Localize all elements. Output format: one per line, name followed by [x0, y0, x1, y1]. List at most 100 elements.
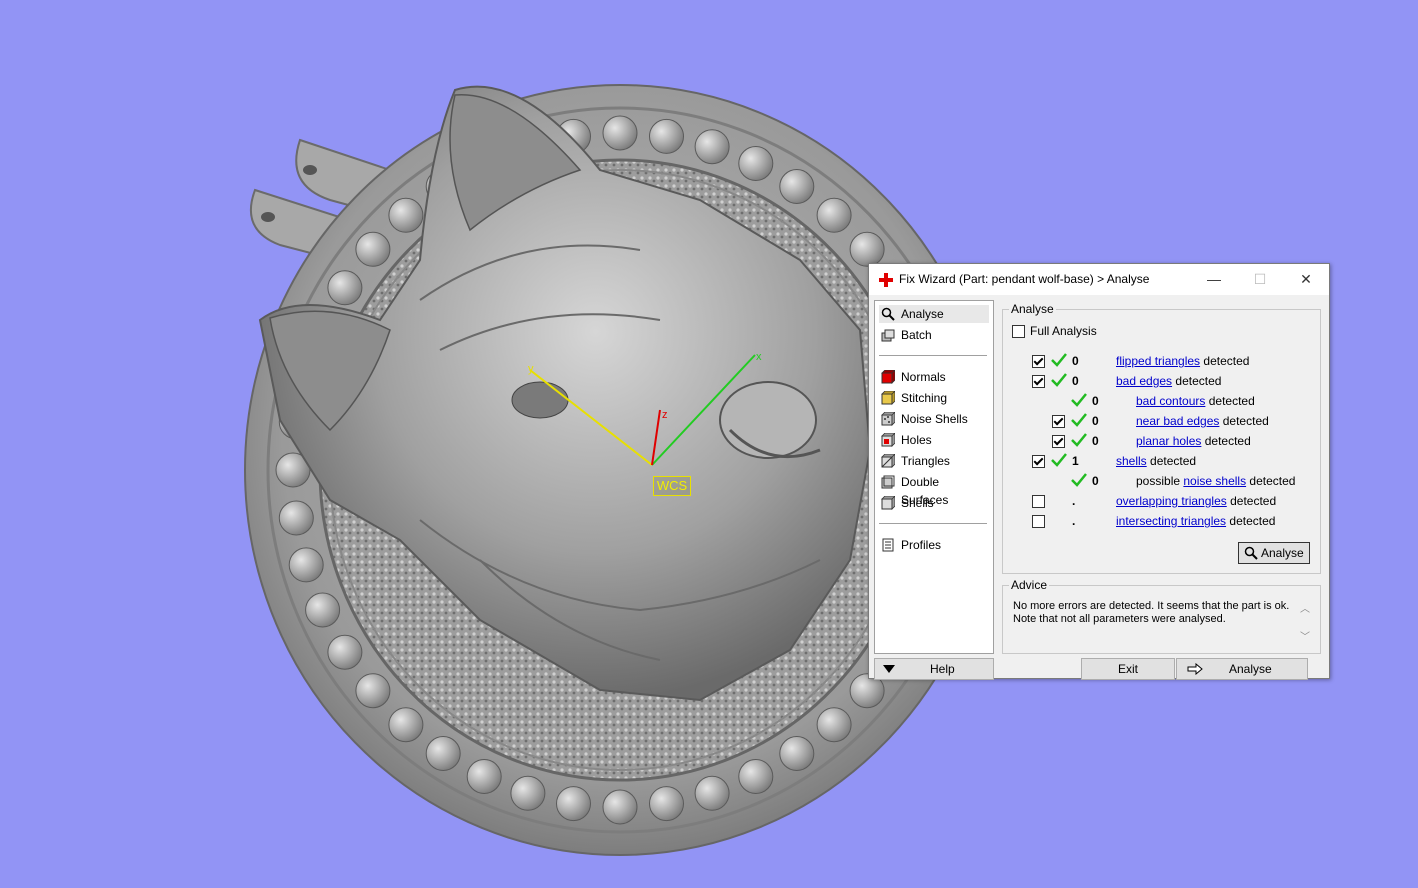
row-checkbox[interactable] [1032, 495, 1045, 508]
help-button[interactable]: Help [874, 658, 994, 680]
row-checkbox[interactable] [1032, 455, 1045, 468]
row-prefix: possible [1136, 474, 1181, 488]
close-button[interactable]: ✕ [1283, 264, 1329, 295]
bead [388, 707, 424, 743]
nav-item-profiles[interactable]: Profiles [879, 536, 989, 554]
bead [327, 634, 363, 670]
scroll-down-icon[interactable]: ﹀ [1300, 628, 1310, 643]
row-text: near bad edges detected [1136, 412, 1269, 430]
analyse-button[interactable]: Analyse [1238, 542, 1310, 564]
nav-item-holes[interactable]: Holes [879, 431, 989, 449]
analysis-row: 0 near bad edges detected [1003, 412, 1313, 430]
row-suffix: detected [1150, 454, 1197, 468]
bead [816, 707, 852, 743]
row-suffix: detected [1249, 474, 1296, 488]
green-check-icon [1051, 373, 1067, 387]
row-count: 0 [1092, 394, 1099, 408]
profiles-icon [882, 538, 894, 552]
bead [327, 270, 363, 306]
magnifier-icon [1244, 546, 1258, 560]
row-link[interactable]: near bad edges [1136, 414, 1219, 428]
row-link[interactable]: intersecting triangles [1116, 514, 1226, 528]
shells-cube-icon [881, 496, 895, 510]
row-link[interactable]: noise shells [1183, 474, 1246, 488]
row-link[interactable]: overlapping triangles [1116, 494, 1227, 508]
row-link[interactable]: planar holes [1136, 434, 1201, 448]
y-axis-label: y [528, 363, 534, 375]
row-text: planar holes detected [1136, 432, 1251, 450]
bead [694, 775, 730, 811]
analysis-row: 1 shells detected [1003, 452, 1313, 470]
minimize-button[interactable]: — [1191, 264, 1237, 295]
advice-group-title: Advice [1009, 578, 1050, 592]
bead [849, 231, 885, 267]
row-text: bad edges detected [1116, 372, 1221, 390]
row-text: shells detected [1116, 452, 1196, 470]
green-check-icon [1071, 393, 1087, 407]
row-checkbox[interactable] [1052, 435, 1065, 448]
nav-item-triangles[interactable]: Triangles [879, 452, 989, 470]
row-link[interactable]: bad contours [1136, 394, 1205, 408]
nav-item-noise-shells[interactable]: Noise Shells [879, 410, 989, 428]
row-suffix: detected [1222, 414, 1269, 428]
fix-wizard-dialog: Fix Wizard (Part: pendant wolf-base) > A… [868, 263, 1330, 680]
advice-text: No more errors are detected. It seems th… [1013, 600, 1290, 625]
bead [816, 197, 852, 233]
row-suffix: detected [1208, 394, 1255, 408]
bead [388, 197, 424, 233]
full-analysis-label: Full Analysis [1030, 324, 1097, 338]
exit-button[interactable]: Exit [1081, 658, 1175, 680]
row-text: bad contours detected [1136, 392, 1255, 410]
nav-item-double-surfaces[interactable]: Double Surfaces [879, 473, 989, 507]
nav-item-batch[interactable]: Batch [879, 326, 989, 344]
dialog-titlebar[interactable]: Fix Wizard (Part: pendant wolf-base) > A… [869, 264, 1329, 295]
row-count: . [1072, 494, 1076, 508]
row-suffix: detected [1203, 354, 1250, 368]
analysis-row: . overlapping triangles detected [1003, 492, 1313, 510]
row-count: 0 [1092, 474, 1099, 488]
row-link[interactable]: flipped triangles [1116, 354, 1200, 368]
scroll-up-icon[interactable]: ︿ [1300, 600, 1310, 615]
dialog-title: Fix Wizard (Part: pendant wolf-base) > A… [899, 272, 1150, 286]
nav-item-shells[interactable]: Shells [879, 494, 989, 512]
magnifier-icon [881, 307, 895, 321]
row-checkbox[interactable] [1032, 375, 1045, 388]
row-checkbox[interactable] [1032, 515, 1045, 528]
nav-item-normals[interactable]: Normals [879, 368, 989, 386]
red-cross-icon [879, 273, 893, 287]
bead [779, 169, 815, 204]
maximize-button[interactable]: ☐ [1237, 264, 1283, 295]
green-check-icon [1071, 433, 1087, 447]
bead [556, 786, 591, 822]
triangles-cube-icon [881, 454, 895, 468]
row-suffix: detected [1204, 434, 1251, 448]
double-surfaces-icon [881, 475, 895, 489]
green-check-icon [1051, 453, 1067, 467]
row-count: . [1072, 514, 1076, 528]
nav-item-stitching[interactable]: Stitching [879, 389, 989, 407]
nav-separator [879, 523, 987, 524]
analysis-row: 0 flipped triangles detected [1003, 352, 1313, 370]
row-checkbox[interactable] [1052, 415, 1065, 428]
bead [779, 736, 815, 771]
analysis-row: 0 planar holes detected [1003, 432, 1313, 450]
bead [694, 129, 730, 165]
batch-icon [881, 329, 895, 342]
full-analysis-checkbox[interactable] [1012, 325, 1025, 338]
bead [602, 115, 638, 151]
analysis-row: 0 bad edges detected [1003, 372, 1313, 390]
row-checkbox[interactable] [1032, 355, 1045, 368]
x-axis-label: x [756, 351, 762, 363]
stitching-cube-icon [881, 391, 895, 405]
analyse-next-button[interactable]: Analyse [1176, 658, 1308, 680]
row-link[interactable]: shells [1116, 454, 1147, 468]
bead [355, 673, 391, 709]
wizard-nav-panel: Analyse Batch Normals Stitching Noise Sh… [874, 300, 994, 654]
row-link[interactable]: bad edges [1116, 374, 1172, 388]
row-suffix: detected [1229, 514, 1276, 528]
row-text: possible noise shells detected [1136, 472, 1295, 490]
row-count: 0 [1072, 374, 1079, 388]
noise-shells-icon [881, 412, 895, 426]
analysis-row: . intersecting triangles detected [1003, 512, 1313, 530]
nav-item-analyse[interactable]: Analyse [879, 305, 989, 323]
